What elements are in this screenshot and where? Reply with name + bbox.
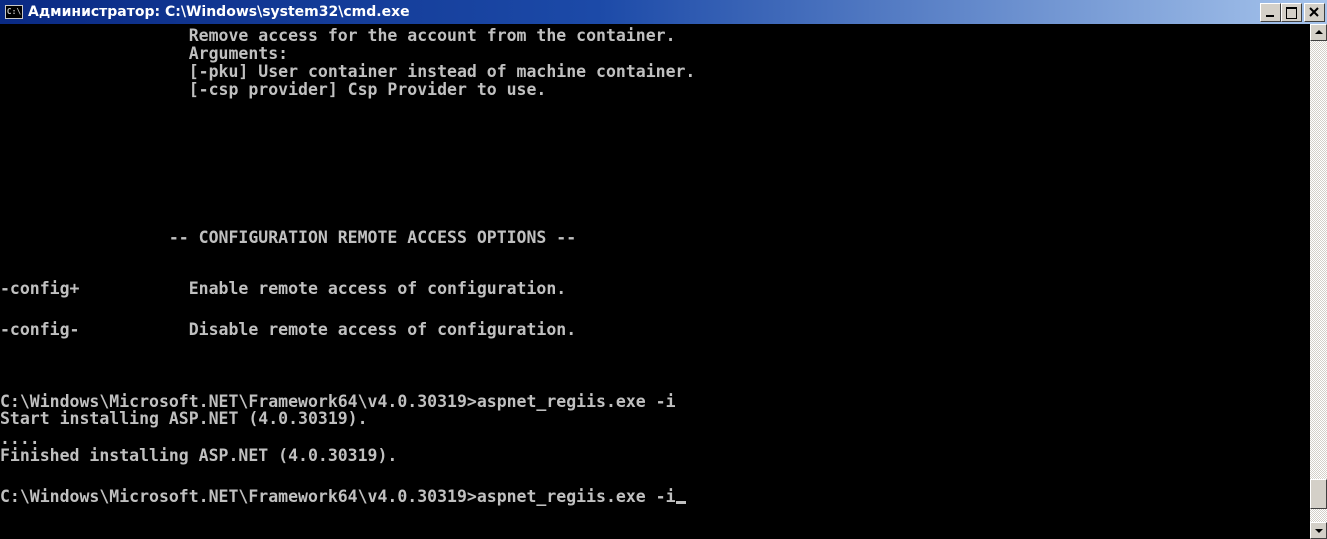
scrollbar-gutter [1292, 24, 1310, 539]
close-button[interactable] [1304, 3, 1325, 22]
minimize-button[interactable] [1260, 3, 1281, 22]
title-bar[interactable]: C:\ Администратор: C:\Windows\system32\c… [0, 0, 1327, 24]
prompt-text: C:\Windows\Microsoft.NET\Framework64\v4.… [0, 487, 676, 506]
scroll-up-button[interactable] [1310, 24, 1327, 41]
console-output[interactable]: Remove access for the account from the c… [0, 24, 1292, 539]
close-icon [1309, 7, 1319, 17]
console-line: Arguments: [0, 44, 289, 63]
scrollbar-track[interactable] [1310, 41, 1327, 522]
console-line: -- CONFIGURATION REMOTE ACCESS OPTIONS -… [0, 228, 577, 247]
text-cursor [675, 501, 686, 504]
console-line: [-pku] User container instead of machine… [0, 62, 696, 81]
cmd-window: C:\ Администратор: C:\Windows\system32\c… [0, 0, 1327, 539]
scroll-down-arrow-icon [1315, 529, 1323, 533]
scroll-up-arrow-icon [1315, 30, 1323, 34]
console-prompt-line[interactable]: C:\Windows\Microsoft.NET\Framework64\v4.… [0, 488, 686, 506]
console-line: Finished installing ASP.NET (4.0.30319). [0, 446, 398, 465]
console-line: -config- Disable remote access of config… [0, 320, 577, 339]
vertical-scrollbar[interactable] [1292, 24, 1327, 539]
minimize-icon [1266, 15, 1274, 17]
scrollbar-thumb[interactable] [1310, 479, 1327, 509]
console-app-icon[interactable]: C:\ [5, 5, 23, 19]
maximize-button[interactable] [1281, 3, 1302, 22]
maximize-icon [1286, 7, 1297, 19]
console-line: Start installing ASP.NET (4.0.30319). [0, 409, 368, 428]
console-line: [-csp provider] Csp Provider to use. [0, 80, 547, 99]
window-title: Администратор: C:\Windows\system32\cmd.e… [28, 4, 410, 20]
caption-buttons [1260, 3, 1325, 22]
console-line: Remove access for the account from the c… [0, 26, 676, 45]
console-line: -config+ Enable remote access of configu… [0, 279, 567, 298]
scroll-down-button[interactable] [1310, 522, 1327, 539]
